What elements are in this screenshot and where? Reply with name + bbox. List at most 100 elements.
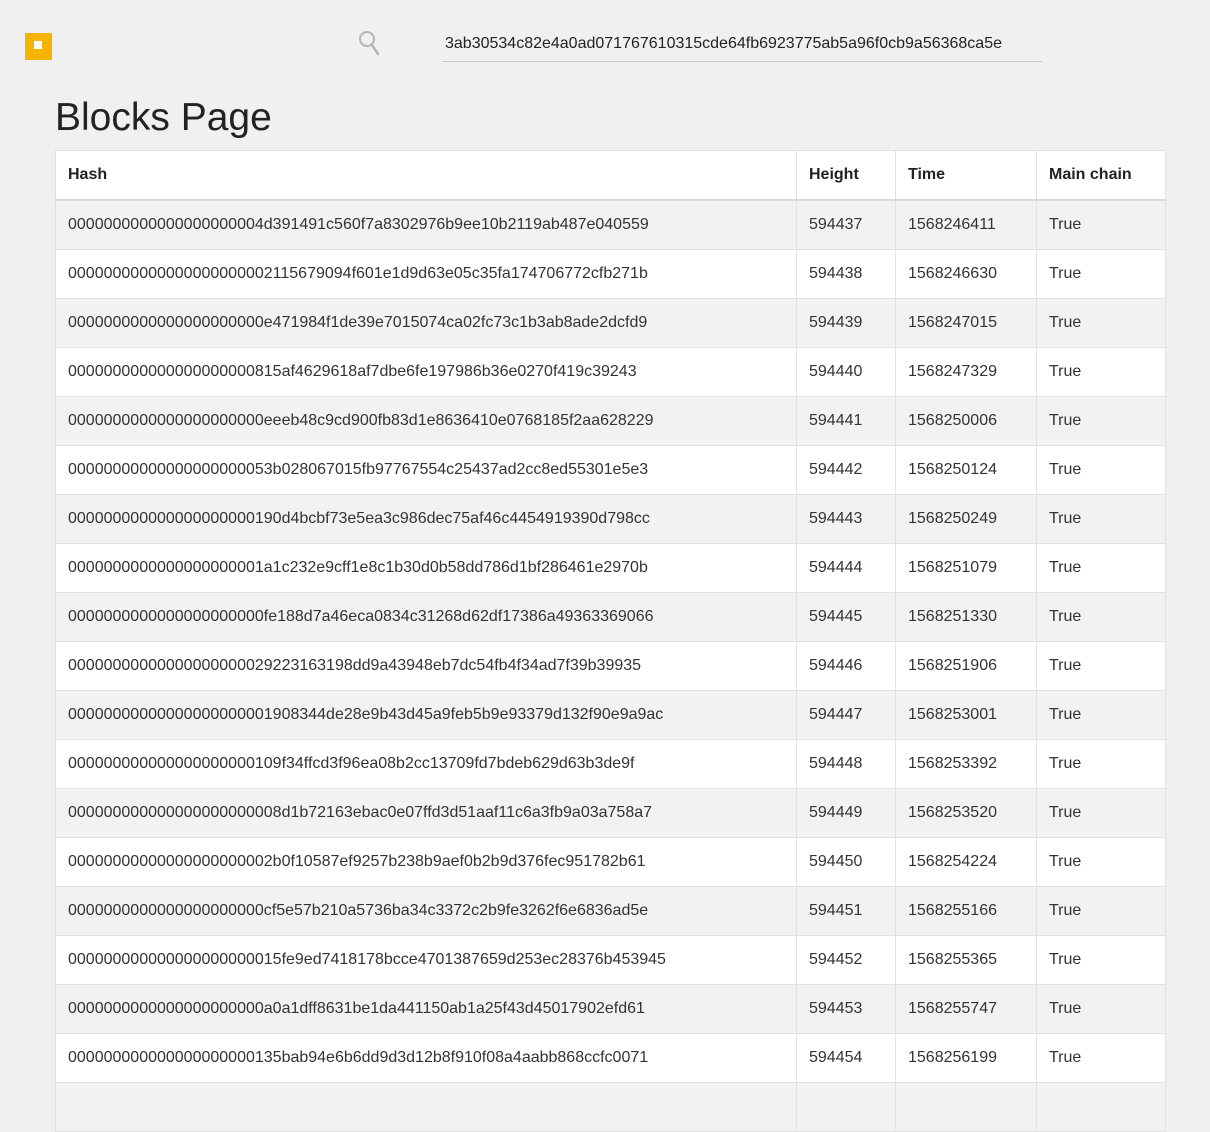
cell-height: 594439 [796,298,896,348]
cell-time: 1568246411 [895,199,1037,250]
cell-height: 594445 [796,592,896,642]
cell-hash[interactable]: 0000000000000000000000cf5e57b210a5736ba3… [55,886,797,936]
column-header-hash[interactable]: Hash [55,150,797,201]
cell-height: 594453 [796,984,896,1034]
cell-hash[interactable]: 0000000000000000000000eeeb48c9cd900fb83d… [55,396,797,446]
cell-main-chain: True [1036,739,1166,789]
cell-hash[interactable]: 00000000000000000000002b0f10587ef9257b23… [55,837,797,887]
cell-hash[interactable]: 000000000000000000000008d1b72163ebac0e07… [55,788,797,838]
table-row[interactable]: 000000000000000000000135bab94e6b6dd9d3d1… [55,1033,1166,1083]
cell-height [796,1082,896,1132]
cell-height: 594438 [796,249,896,299]
cell-height: 594437 [796,199,896,250]
logo-icon[interactable] [24,25,52,60]
cell-main-chain: True [1036,396,1166,446]
cell-main-chain: True [1036,984,1166,1034]
table-row[interactable]: 00000000000000000000002b0f10587ef9257b23… [55,837,1166,887]
column-header-main-chain[interactable]: Main chain [1036,150,1166,201]
cell-hash[interactable]: 000000000000000000000190d4bcbf73e5ea3c98… [55,494,797,544]
cell-height: 594442 [796,445,896,495]
table-row[interactable]: 00000000000000000000002115679094f601e1d9… [55,249,1166,299]
table-row[interactable]: 000000000000000000000008d1b72163ebac0e07… [55,788,1166,838]
page-title: Blocks Page [55,96,272,139]
cell-time: 1568253392 [895,739,1037,789]
table-row[interactable]: 00000000000000000000001908344de28e9b43d4… [55,690,1166,740]
table-row[interactable]: 0000000000000000000000fe188d7a46eca0834c… [55,592,1166,642]
top-bar [0,0,1210,80]
cell-hash[interactable]: 0000000000000000000000e471984f1de39e7015… [55,298,797,348]
cell-time: 1568247329 [895,347,1037,397]
table-header-row: Hash Height Time Main chain [55,150,1166,201]
cell-hash[interactable]: 000000000000000000000109f34ffcd3f96ea08b… [55,739,797,789]
cell-time: 1568246630 [895,249,1037,299]
column-header-time[interactable]: Time [895,150,1037,201]
cell-height: 594450 [796,837,896,887]
cell-time [895,1082,1037,1132]
table-row[interactable]: 0000000000000000000001a1c232e9cff1e8c1b3… [55,543,1166,593]
cell-main-chain: True [1036,249,1166,299]
cell-main-chain: True [1036,690,1166,740]
column-header-height[interactable]: Height [796,150,896,201]
search-icon[interactable] [358,29,382,57]
cell-time: 1568250006 [895,396,1037,446]
cell-main-chain: True [1036,347,1166,397]
cell-main-chain: True [1036,445,1166,495]
cell-main-chain: True [1036,1033,1166,1083]
cell-time: 1568255365 [895,935,1037,985]
cell-time: 1568255747 [895,984,1037,1034]
cell-hash[interactable] [55,1082,797,1132]
cell-height: 594452 [796,935,896,985]
cell-time: 1568254224 [895,837,1037,887]
blocks-table-container: Hash Height Time Main chain 000000000000… [55,150,1166,1132]
cell-hash[interactable]: 0000000000000000000000a0a1dff8631be1da44… [55,984,797,1034]
table-row[interactable]: 000000000000000000000190d4bcbf73e5ea3c98… [55,494,1166,544]
cell-time: 1568251079 [895,543,1037,593]
cell-time: 1568256199 [895,1033,1037,1083]
cell-main-chain: True [1036,592,1166,642]
cell-height: 594448 [796,739,896,789]
cell-height: 594443 [796,494,896,544]
table-row[interactable]: 0000000000000000000000e471984f1de39e7015… [55,298,1166,348]
search-input[interactable] [442,26,1042,62]
cell-hash[interactable]: 0000000000000000000004d391491c560f7a8302… [55,199,797,250]
cell-hash[interactable]: 000000000000000000000135bab94e6b6dd9d3d1… [55,1033,797,1083]
table-row[interactable]: 0000000000000000000000a0a1dff8631be1da44… [55,984,1166,1034]
cell-hash[interactable]: 00000000000000000000053b028067015fb97767… [55,445,797,495]
cell-main-chain: True [1036,837,1166,887]
cell-main-chain: True [1036,494,1166,544]
cell-height: 594440 [796,347,896,397]
cell-time: 1568253520 [895,788,1037,838]
table-row[interactable]: 00000000000000000000053b028067015fb97767… [55,445,1166,495]
cell-hash[interactable]: 00000000000000000000029223163198dd9a4394… [55,641,797,691]
table-row[interactable]: 0000000000000000000000cf5e57b210a5736ba3… [55,886,1166,936]
cell-main-chain: True [1036,886,1166,936]
cell-hash[interactable]: 0000000000000000000001a1c232e9cff1e8c1b3… [55,543,797,593]
table-row[interactable]: 0000000000000000000004d391491c560f7a8302… [55,199,1166,250]
table-row[interactable]: 00000000000000000000029223163198dd9a4394… [55,641,1166,691]
cell-time: 1568255166 [895,886,1037,936]
table-row[interactable] [55,1082,1166,1132]
table-row[interactable]: 000000000000000000000015fe9ed7418178bcce… [55,935,1166,985]
cell-height: 594447 [796,690,896,740]
cell-height: 594449 [796,788,896,838]
cell-time: 1568253001 [895,690,1037,740]
cell-hash[interactable]: 0000000000000000000000fe188d7a46eca0834c… [55,592,797,642]
cell-main-chain: True [1036,298,1166,348]
table-row[interactable]: 0000000000000000000000eeeb48c9cd900fb83d… [55,396,1166,446]
cell-height: 594441 [796,396,896,446]
cell-time: 1568250249 [895,494,1037,544]
cell-height: 594454 [796,1033,896,1083]
cell-height: 594444 [796,543,896,593]
cell-hash[interactable]: 000000000000000000000015fe9ed7418178bcce… [55,935,797,985]
cell-main-chain: True [1036,641,1166,691]
cell-hash[interactable]: 000000000000000000000815af4629618af7dbe6… [55,347,797,397]
blocks-table: Hash Height Time Main chain 000000000000… [55,150,1166,1132]
table-row[interactable]: 000000000000000000000815af4629618af7dbe6… [55,347,1166,397]
cell-time: 1568251906 [895,641,1037,691]
cell-hash[interactable]: 00000000000000000000001908344de28e9b43d4… [55,690,797,740]
cell-time: 1568250124 [895,445,1037,495]
cell-hash[interactable]: 00000000000000000000002115679094f601e1d9… [55,249,797,299]
cell-height: 594446 [796,641,896,691]
cell-time: 1568251330 [895,592,1037,642]
table-row[interactable]: 000000000000000000000109f34ffcd3f96ea08b… [55,739,1166,789]
